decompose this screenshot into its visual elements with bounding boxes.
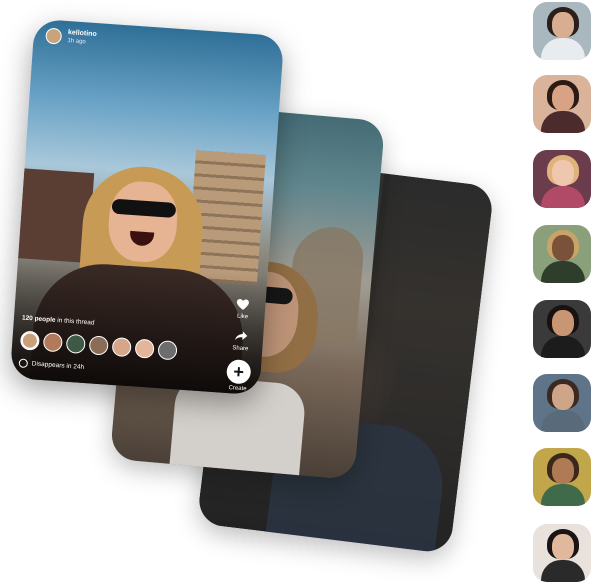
- thumb-face: [552, 235, 574, 261]
- thumb-face: [552, 384, 574, 410]
- profile-thumb-3[interactable]: [533, 150, 591, 208]
- profile-thumb-1[interactable]: [533, 2, 591, 60]
- heart-icon: [236, 299, 249, 310]
- share-button[interactable]: Share: [232, 327, 250, 352]
- post-header: kellotino 1h ago: [45, 27, 97, 48]
- like-button[interactable]: Like: [234, 295, 252, 320]
- profile-thumb-7[interactable]: [533, 448, 591, 506]
- share-icon: [234, 331, 248, 341]
- profile-thumb-8[interactable]: [533, 524, 591, 582]
- like-label: Like: [236, 313, 249, 321]
- thread-member-avatar[interactable]: [19, 330, 41, 351]
- post-author-avatar[interactable]: [45, 27, 63, 45]
- profile-thumb-2[interactable]: [533, 75, 591, 133]
- profile-thumb-6[interactable]: [533, 374, 591, 432]
- thread-member-avatar[interactable]: [134, 338, 155, 359]
- thumb-face: [552, 310, 574, 336]
- thumb-face: [552, 160, 574, 186]
- thumb-face: [552, 12, 574, 38]
- profile-thumb-5[interactable]: [533, 300, 591, 358]
- thread-member-avatar[interactable]: [42, 332, 63, 353]
- create-button[interactable]: + Create: [225, 358, 252, 393]
- story-card-front[interactable]: kellotino 1h ago Like Share + Create 120…: [9, 18, 285, 396]
- share-label: Share: [232, 345, 249, 353]
- thread-member-avatar[interactable]: [157, 340, 178, 361]
- thumb-face: [552, 85, 574, 111]
- profile-thumb-4[interactable]: [533, 225, 591, 283]
- thread-member-avatar[interactable]: [88, 335, 109, 356]
- clock-icon: [18, 358, 29, 369]
- thumb-face: [552, 458, 574, 484]
- plus-icon: +: [225, 358, 252, 385]
- thread-member-avatar[interactable]: [111, 336, 132, 358]
- thumb-face: [552, 534, 574, 560]
- thread-member-avatar[interactable]: [65, 333, 86, 355]
- create-label: Create: [228, 385, 247, 393]
